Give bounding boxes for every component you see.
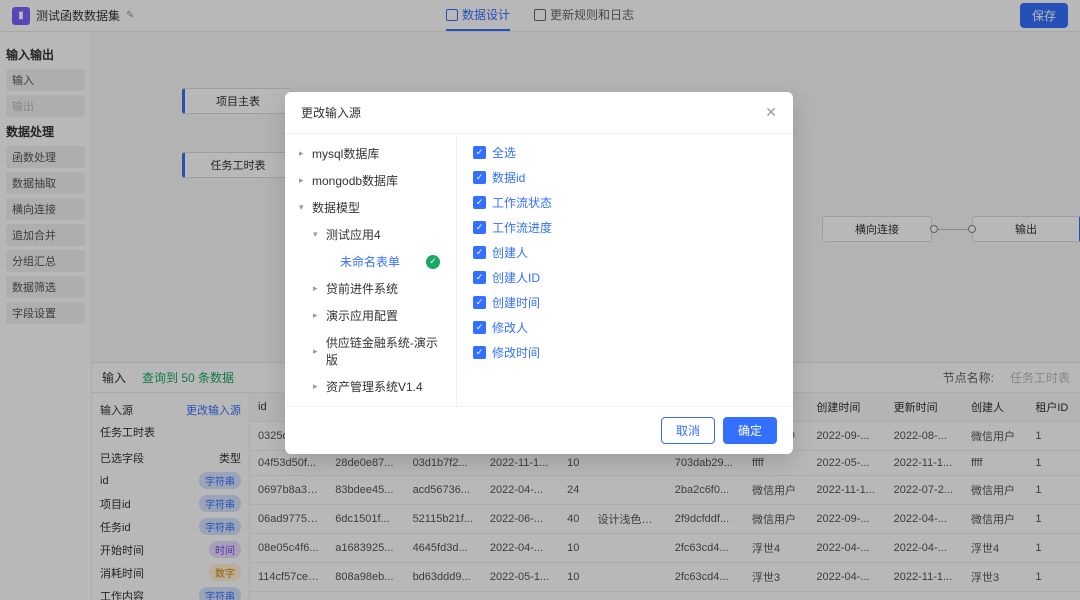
checkbox-label: 创建人	[492, 244, 528, 261]
checkbox-item[interactable]: ✓ 数据id	[473, 165, 777, 190]
tree-item[interactable]: 未命名表单 ✓	[285, 248, 456, 275]
tree-item[interactable]: ▸ 资产管理系统V1.4	[285, 373, 456, 400]
tree-item-label: 资产管理系统V1.4	[326, 378, 423, 395]
chevron-icon: ▸	[299, 148, 307, 159]
checkbox-icon: ✓	[473, 296, 486, 309]
checkbox-item[interactable]: ✓ 工作流进度	[473, 215, 777, 240]
checkbox-icon: ✓	[473, 171, 486, 184]
checkbox-item[interactable]: ✓ 创建时间	[473, 290, 777, 315]
tree-item-label: mongodb数据库	[312, 172, 398, 189]
tree-item[interactable]: ▾ 测试应用4	[285, 221, 456, 248]
checkbox-item[interactable]: ✓ 修改时间	[473, 340, 777, 365]
checkbox-item[interactable]: ✓ 创建人	[473, 240, 777, 265]
tree-item-label: 未命名表单	[340, 253, 400, 270]
checkbox-label: 修改人	[492, 319, 528, 336]
chevron-icon: ▾	[313, 229, 321, 240]
checkbox-label: 全选	[492, 144, 516, 161]
checkbox-label: 数据id	[492, 169, 525, 186]
checkbox-icon: ✓	[473, 271, 486, 284]
chevron-icon: ▸	[313, 310, 321, 321]
checkbox-label: 工作流进度	[492, 219, 552, 236]
modal-header: 更改输入源 ✕	[285, 92, 793, 134]
checkbox-item[interactable]: ✓ 修改人	[473, 315, 777, 340]
source-tree: ▸ mysql数据库 ▸ mongodb数据库 ▾ 数据模型 ▾ 测试应用4 未命名表单 ✓ ▸ 贷前…	[285, 134, 457, 406]
modal-footer: 取消 确定	[285, 406, 793, 454]
tree-item-label: 数据模型	[312, 199, 360, 216]
check-badge-icon: ✓	[426, 255, 440, 269]
checkbox-item[interactable]: ✓ 全选	[473, 140, 777, 165]
tree-item[interactable]: ▸ 供应链金融系统-演示版	[285, 329, 456, 373]
change-input-source-modal: 更改输入源 ✕ ▸ mysql数据库 ▸ mongodb数据库 ▾ 数据模型 ▾ 测试应用4 未…	[285, 92, 793, 454]
checkbox-icon: ✓	[473, 196, 486, 209]
tree-item-label: 贷前进件系统	[326, 280, 398, 297]
checkbox-label: 修改时间	[492, 344, 540, 361]
tree-item-label: 演示应用配置	[326, 307, 398, 324]
chevron-icon: ▾	[299, 202, 307, 213]
tree-item-label: 测试应用4	[326, 226, 381, 243]
checkbox-icon: ✓	[473, 146, 486, 159]
chevron-icon: ▸	[313, 283, 321, 294]
tree-item-label: mysql数据库	[312, 145, 379, 162]
checkbox-icon: ✓	[473, 346, 486, 359]
modal-title: 更改输入源	[301, 104, 361, 121]
chevron-icon: ▸	[313, 346, 321, 357]
tree-item[interactable]: ▸ mongodb数据库	[285, 167, 456, 194]
checkbox-item[interactable]: ✓ 工作流状态	[473, 190, 777, 215]
checkbox-item[interactable]: ✓ 创建人ID	[473, 265, 777, 290]
checkbox-label: 工作流状态	[492, 194, 552, 211]
tree-item[interactable]: ▸ 贷前进件系统	[285, 275, 456, 302]
checkbox-icon: ✓	[473, 321, 486, 334]
chevron-icon: ▸	[313, 381, 321, 392]
checkbox-icon: ✓	[473, 221, 486, 234]
cancel-button[interactable]: 取消	[661, 417, 715, 444]
field-checklist: ✓全选✓数据id✓工作流状态✓工作流进度✓创建人✓创建人ID✓创建时间✓修改人✓…	[457, 134, 793, 406]
tree-item-label: 供应链金融系统-演示版	[326, 334, 448, 368]
checkbox-icon: ✓	[473, 246, 486, 259]
close-icon[interactable]: ✕	[765, 104, 777, 121]
chevron-icon: ▸	[299, 175, 307, 186]
checkbox-label: 创建人ID	[492, 269, 540, 286]
tree-item[interactable]: ▸ mysql数据库	[285, 140, 456, 167]
checkbox-label: 创建时间	[492, 294, 540, 311]
tree-item[interactable]: ▾ 数据模型	[285, 194, 456, 221]
ok-button[interactable]: 确定	[723, 417, 777, 444]
tree-item[interactable]: ▸ 演示应用配置	[285, 302, 456, 329]
